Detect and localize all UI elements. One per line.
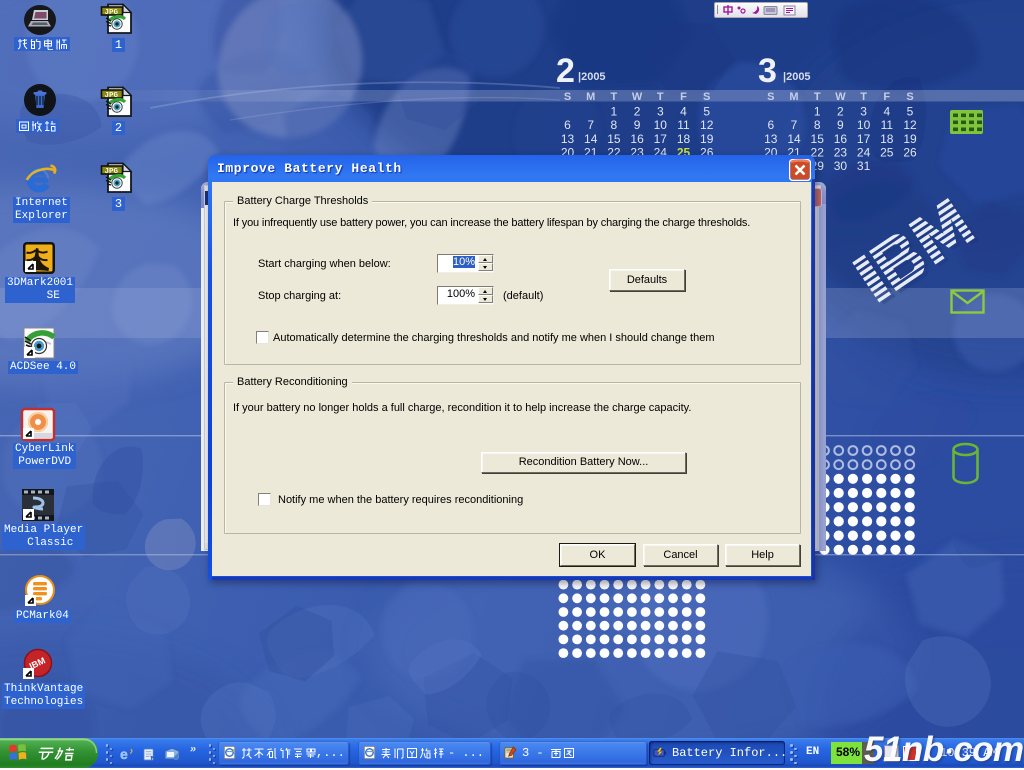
svg-text:4: 4: [680, 105, 687, 119]
svg-text:9: 9: [634, 118, 641, 132]
svg-text:23: 23: [834, 145, 848, 159]
svg-text:6: 6: [564, 118, 571, 132]
svg-text:10: 10: [654, 118, 668, 132]
svg-text:13: 13: [561, 132, 575, 146]
svg-text:19: 19: [700, 132, 714, 146]
svg-text:7: 7: [791, 118, 798, 132]
svg-text:W: W: [835, 91, 846, 103]
svg-text:17: 17: [654, 132, 668, 146]
svg-text:T: T: [860, 91, 867, 103]
svg-text:S: S: [767, 91, 774, 103]
svg-text:16: 16: [834, 132, 848, 146]
svg-text:26: 26: [903, 145, 917, 159]
svg-text:16: 16: [630, 132, 644, 146]
svg-text:e: e: [120, 747, 128, 762]
svg-text:2: 2: [556, 52, 575, 90]
svg-text:7: 7: [587, 118, 594, 132]
svg-text:19: 19: [903, 132, 917, 146]
svg-text:8: 8: [611, 118, 618, 132]
svg-text:31: 31: [857, 159, 871, 173]
svg-text:3: 3: [860, 105, 867, 119]
svg-text:12: 12: [700, 118, 714, 132]
svg-text:W: W: [632, 91, 643, 103]
svg-text:M: M: [789, 91, 798, 103]
svg-text:14: 14: [787, 132, 801, 146]
svg-text:5: 5: [703, 105, 710, 119]
svg-text:25: 25: [880, 145, 894, 159]
svg-text:11: 11: [677, 118, 690, 132]
svg-text:1: 1: [814, 105, 821, 119]
svg-text:F: F: [883, 91, 890, 103]
svg-text:13: 13: [764, 132, 778, 146]
svg-text:8: 8: [814, 118, 821, 132]
svg-text:S: S: [564, 91, 571, 103]
svg-text:S: S: [906, 91, 913, 103]
svg-text:5: 5: [907, 105, 914, 119]
svg-text:F: F: [680, 91, 687, 103]
svg-text:T: T: [814, 91, 821, 103]
svg-text:T: T: [611, 91, 618, 103]
svg-text:17: 17: [857, 132, 871, 146]
svg-text:14: 14: [584, 132, 598, 146]
svg-text:3: 3: [758, 52, 777, 90]
svg-text:12: 12: [903, 118, 917, 132]
svg-text:9: 9: [837, 118, 844, 132]
svg-text:3: 3: [657, 105, 664, 119]
svg-text:15: 15: [607, 132, 621, 146]
svg-text:2: 2: [634, 105, 641, 119]
svg-text:18: 18: [677, 132, 691, 146]
svg-text:6: 6: [767, 118, 774, 132]
svg-text:|2005: |2005: [783, 71, 811, 83]
svg-text:11: 11: [881, 118, 894, 132]
svg-text:24: 24: [857, 145, 871, 159]
svg-text:2: 2: [837, 105, 844, 119]
svg-text:15: 15: [811, 132, 825, 146]
svg-text:S: S: [703, 91, 710, 103]
svg-text:1: 1: [611, 105, 618, 119]
svg-text:10: 10: [857, 118, 871, 132]
svg-text:|2005: |2005: [578, 71, 606, 83]
svg-text:T: T: [657, 91, 664, 103]
svg-text:M: M: [586, 91, 595, 103]
svg-text:30: 30: [834, 159, 848, 173]
svg-text:4: 4: [883, 105, 890, 119]
svg-text:18: 18: [880, 132, 894, 146]
